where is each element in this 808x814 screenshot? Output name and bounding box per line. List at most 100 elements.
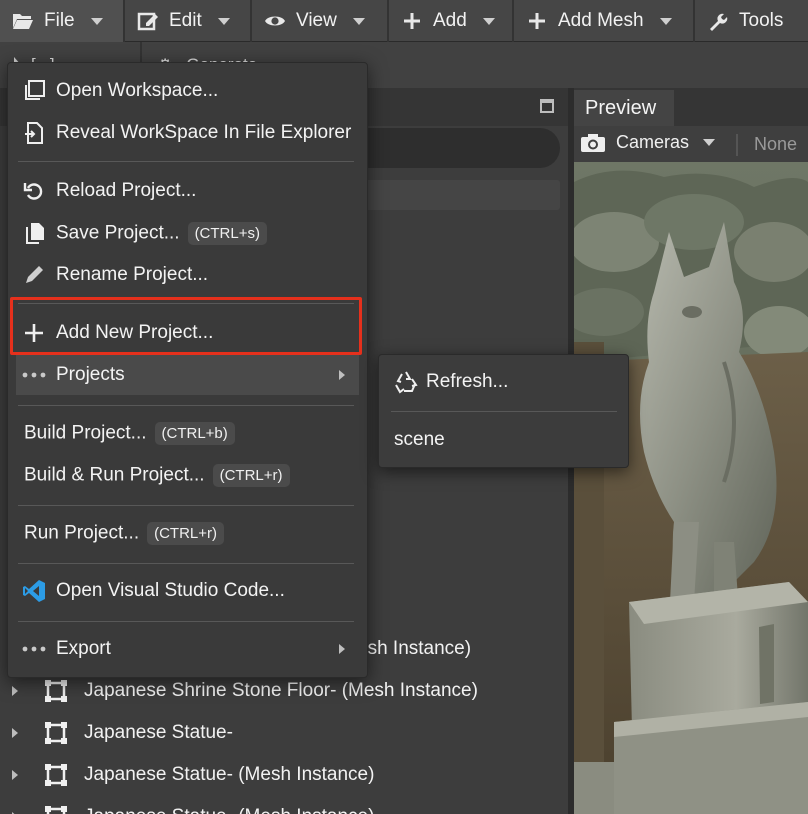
- menu-item-label: Build Project... (CTRL+b): [24, 421, 235, 445]
- menu-item-label: Build & Run Project... (CTRL+r): [24, 463, 290, 487]
- menu-item-export[interactable]: Export: [8, 629, 367, 669]
- submenu-item-refresh[interactable]: Refresh...: [379, 362, 628, 402]
- window-stack-icon: [22, 79, 46, 103]
- expand-arrow-icon[interactable]: [12, 728, 18, 738]
- preview-toolbar: Cameras None: [574, 126, 808, 162]
- menu-file[interactable]: File: [0, 0, 125, 42]
- menu-tools-label: Tools: [739, 10, 784, 31]
- menu-divider: [18, 405, 354, 406]
- menu-item-reload-project[interactable]: Reload Project...: [8, 171, 367, 211]
- eye-icon: [264, 10, 286, 32]
- menu-item-text: Build Project...: [24, 422, 147, 444]
- shortcut-badge: (CTRL+r): [212, 463, 290, 487]
- menu-item-label: Reveal WorkSpace In File Explorer: [56, 122, 352, 143]
- menu-item-label: Reload Project...: [56, 180, 197, 201]
- menu-add-mesh-label: Add Mesh: [558, 10, 644, 31]
- file-dropdown-menu: Open Workspace... Reveal WorkSpace In Fi…: [7, 62, 368, 678]
- folder-open-icon: [12, 10, 34, 32]
- menu-item-label: Projects: [56, 364, 125, 385]
- chevron-down-icon: [659, 17, 672, 25]
- main-menubar: File Edit View Add Add Mesh Tools: [0, 0, 808, 42]
- menu-divider: [391, 411, 617, 412]
- tree-row-label: Japanese Statue-: [84, 722, 233, 743]
- tree-row-label: Japanese Statue- (Mesh Instance): [84, 806, 374, 814]
- toolbar-divider: [736, 134, 738, 156]
- preview-viewport[interactable]: [574, 162, 808, 814]
- none-selector[interactable]: None: [754, 134, 797, 155]
- tree-row[interactable]: Japanese Statue- (Mesh Instance): [0, 754, 568, 796]
- menu-tools[interactable]: Tools: [695, 0, 808, 42]
- menu-item-label: Export: [56, 638, 111, 659]
- chevron-down-icon: [482, 17, 495, 25]
- menu-add-mesh[interactable]: Add Mesh: [514, 0, 695, 42]
- more-dots-icon: [22, 637, 46, 661]
- pencil-icon: [22, 263, 46, 287]
- menu-item-open-workspace[interactable]: Open Workspace...: [8, 71, 367, 111]
- menu-item-rename-project[interactable]: Rename Project...: [8, 255, 367, 295]
- menu-item-build-run-project[interactable]: Build & Run Project... (CTRL+r): [8, 455, 367, 495]
- shortcut-badge: (CTRL+b): [154, 421, 235, 445]
- menu-item-text: Save Project...: [56, 222, 180, 244]
- tab-preview-label: Preview: [585, 96, 657, 119]
- edit-icon: [137, 10, 159, 32]
- highlight-annotation: [10, 297, 362, 355]
- menu-divider: [18, 563, 354, 564]
- wrench-icon: [707, 10, 729, 32]
- mesh-node-icon: [45, 806, 67, 814]
- menu-item-text: Run Project...: [24, 522, 140, 544]
- reveal-file-icon: [22, 121, 46, 145]
- menu-add-label: Add: [433, 10, 467, 31]
- mesh-node-icon: [45, 722, 67, 744]
- menu-item-run-project[interactable]: Run Project... (CTRL+r): [8, 513, 367, 553]
- menu-item-text: Build & Run Project...: [24, 464, 205, 486]
- recycle-icon: [395, 371, 418, 394]
- chevron-down-icon: [352, 17, 365, 25]
- menu-item-label: Rename Project...: [56, 264, 209, 285]
- menu-divider: [18, 161, 354, 162]
- copy-icon: [22, 221, 46, 245]
- mesh-node-icon: [45, 680, 67, 702]
- tree-row-label: esh Instance): [357, 638, 472, 659]
- projects-submenu: Refresh... scene: [378, 354, 629, 468]
- menu-add[interactable]: Add: [389, 0, 514, 42]
- camera-icon: [581, 133, 605, 152]
- preview-tabbar: Preview: [574, 88, 808, 126]
- cameras-dropdown[interactable]: Cameras: [580, 132, 716, 153]
- shortcut-badge: (CTRL+s): [187, 221, 267, 245]
- plus-icon: [526, 10, 548, 32]
- tree-row[interactable]: Japanese Statue-: [0, 712, 568, 754]
- menu-item-open-vscode[interactable]: Open Visual Studio Code...: [8, 571, 367, 611]
- tree-row-label: Japanese Statue- (Mesh Instance): [84, 764, 375, 785]
- plus-icon: [401, 10, 423, 32]
- menu-item-build-project[interactable]: Build Project... (CTRL+b): [8, 413, 367, 453]
- vscode-icon: [22, 579, 46, 603]
- maximize-icon[interactable]: [540, 99, 554, 113]
- menu-edit[interactable]: Edit: [125, 0, 252, 42]
- tab-preview[interactable]: Preview: [574, 90, 674, 126]
- menu-item-label: Save Project... (CTRL+s): [56, 221, 267, 245]
- menu-item-label: Run Project... (CTRL+r): [24, 521, 225, 545]
- menu-item-projects[interactable]: Projects: [16, 355, 359, 395]
- chevron-down-icon: [703, 139, 716, 146]
- menu-file-label: File: [44, 10, 75, 31]
- submenu-item-scene[interactable]: scene: [379, 420, 628, 460]
- chevron-down-icon: [90, 17, 103, 25]
- menu-divider: [18, 505, 354, 506]
- menu-edit-label: Edit: [169, 10, 202, 31]
- expand-arrow-icon[interactable]: [12, 770, 18, 780]
- cameras-label: Cameras: [616, 132, 690, 152]
- more-dots-icon: [22, 363, 46, 387]
- submenu-item-label: Refresh...: [426, 371, 509, 392]
- menu-view[interactable]: View: [252, 0, 389, 42]
- expand-arrow-icon[interactable]: [12, 686, 18, 696]
- menu-item-reveal-workspace[interactable]: Reveal WorkSpace In File Explorer: [8, 113, 367, 153]
- menu-divider: [18, 621, 354, 622]
- tree-row-label: Japanese Shrine Stone Floor- (Mesh Insta…: [84, 680, 478, 701]
- menu-item-save-project[interactable]: Save Project... (CTRL+s): [8, 213, 367, 253]
- chevron-right-icon: [339, 370, 345, 380]
- tree-row[interactable]: Japanese Statue- (Mesh Instance): [0, 796, 568, 814]
- scene-render-image: [574, 162, 808, 814]
- reload-icon: [22, 179, 46, 203]
- menu-view-label: View: [296, 10, 337, 31]
- chevron-down-icon: [217, 17, 230, 25]
